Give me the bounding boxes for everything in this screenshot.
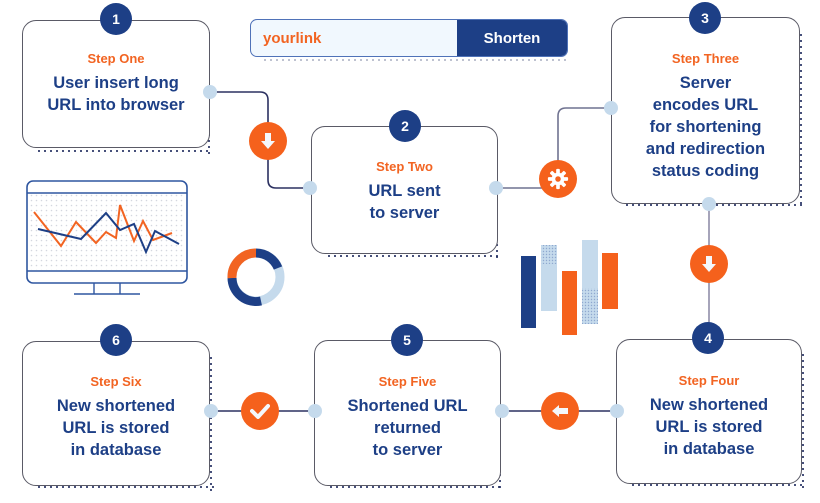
card-shadow	[326, 253, 502, 261]
monitor-chart-illustration	[26, 180, 188, 295]
connector-dot	[308, 404, 322, 418]
connector-dot	[203, 85, 217, 99]
step-2-label: Step Two	[376, 159, 433, 174]
shorten-button[interactable]: Shorten	[457, 20, 567, 56]
step-5-card: Step Five Shortened URL returned to serv…	[314, 340, 501, 486]
arrow-down-icon	[249, 122, 287, 160]
arrow-down-icon	[690, 245, 728, 283]
connector-dot	[495, 404, 509, 418]
step-6-badge: 6	[100, 324, 132, 356]
search-shadow	[262, 57, 568, 63]
url-search-bar: Shorten	[250, 19, 568, 57]
step-5-badge: 5	[391, 324, 423, 356]
step-3-label: Step Three	[671, 51, 740, 66]
step-1-label: Step One	[87, 51, 145, 66]
step-6-label: Step Six	[90, 374, 142, 389]
donut-chart-illustration	[227, 248, 285, 306]
checkmark-icon	[241, 392, 279, 430]
bar	[562, 271, 577, 335]
connector-dot	[610, 404, 624, 418]
bar	[602, 253, 618, 309]
step-6-description: New shortened URL is stored in database	[56, 397, 176, 459]
bar	[582, 288, 598, 324]
step-2-badge: 2	[389, 110, 421, 142]
step-5-label: Step Five	[378, 374, 437, 389]
step-1-badge: 1	[100, 3, 132, 35]
step-2-description: URL sent to server	[368, 182, 441, 222]
bar	[521, 256, 536, 328]
step-3-card: Step Three Server encodes URL for shorte…	[611, 17, 800, 204]
step-2-card: Step Two URL sent to server	[311, 126, 498, 254]
connector-dot	[303, 181, 317, 195]
step-4-badge: 4	[692, 322, 724, 354]
bar	[541, 245, 557, 264]
step-1-description: User insert long URL into browser	[47, 74, 185, 114]
bar-chart-illustration	[521, 240, 618, 335]
connector-dot	[604, 101, 618, 115]
connector-dot	[489, 181, 503, 195]
arrow-left-icon	[541, 392, 579, 430]
donut-orange	[227, 248, 257, 279]
donut-blue-top	[255, 248, 283, 271]
step-3-badge: 3	[689, 2, 721, 34]
step-1-card: Step One User insert long URL into brows…	[22, 20, 210, 148]
step-4-label: Step Four	[678, 373, 740, 388]
card-shadow	[36, 148, 212, 156]
connector-dot	[204, 404, 218, 418]
step-3-description: Server encodes URL for shortening and re…	[645, 74, 766, 180]
url-input[interactable]	[251, 20, 456, 56]
step-4-description: New shortened URL is stored in database	[649, 396, 769, 458]
step-4-card: Step Four New shortened URL is stored in…	[616, 339, 802, 484]
step-6-card: Step Six New shortened URL is stored in …	[22, 341, 210, 486]
step-5-description: Shortened URL returned to server	[347, 397, 468, 459]
donut-blue-bottom	[227, 277, 262, 306]
connector-dot	[702, 197, 716, 211]
gear-icon	[539, 160, 577, 198]
